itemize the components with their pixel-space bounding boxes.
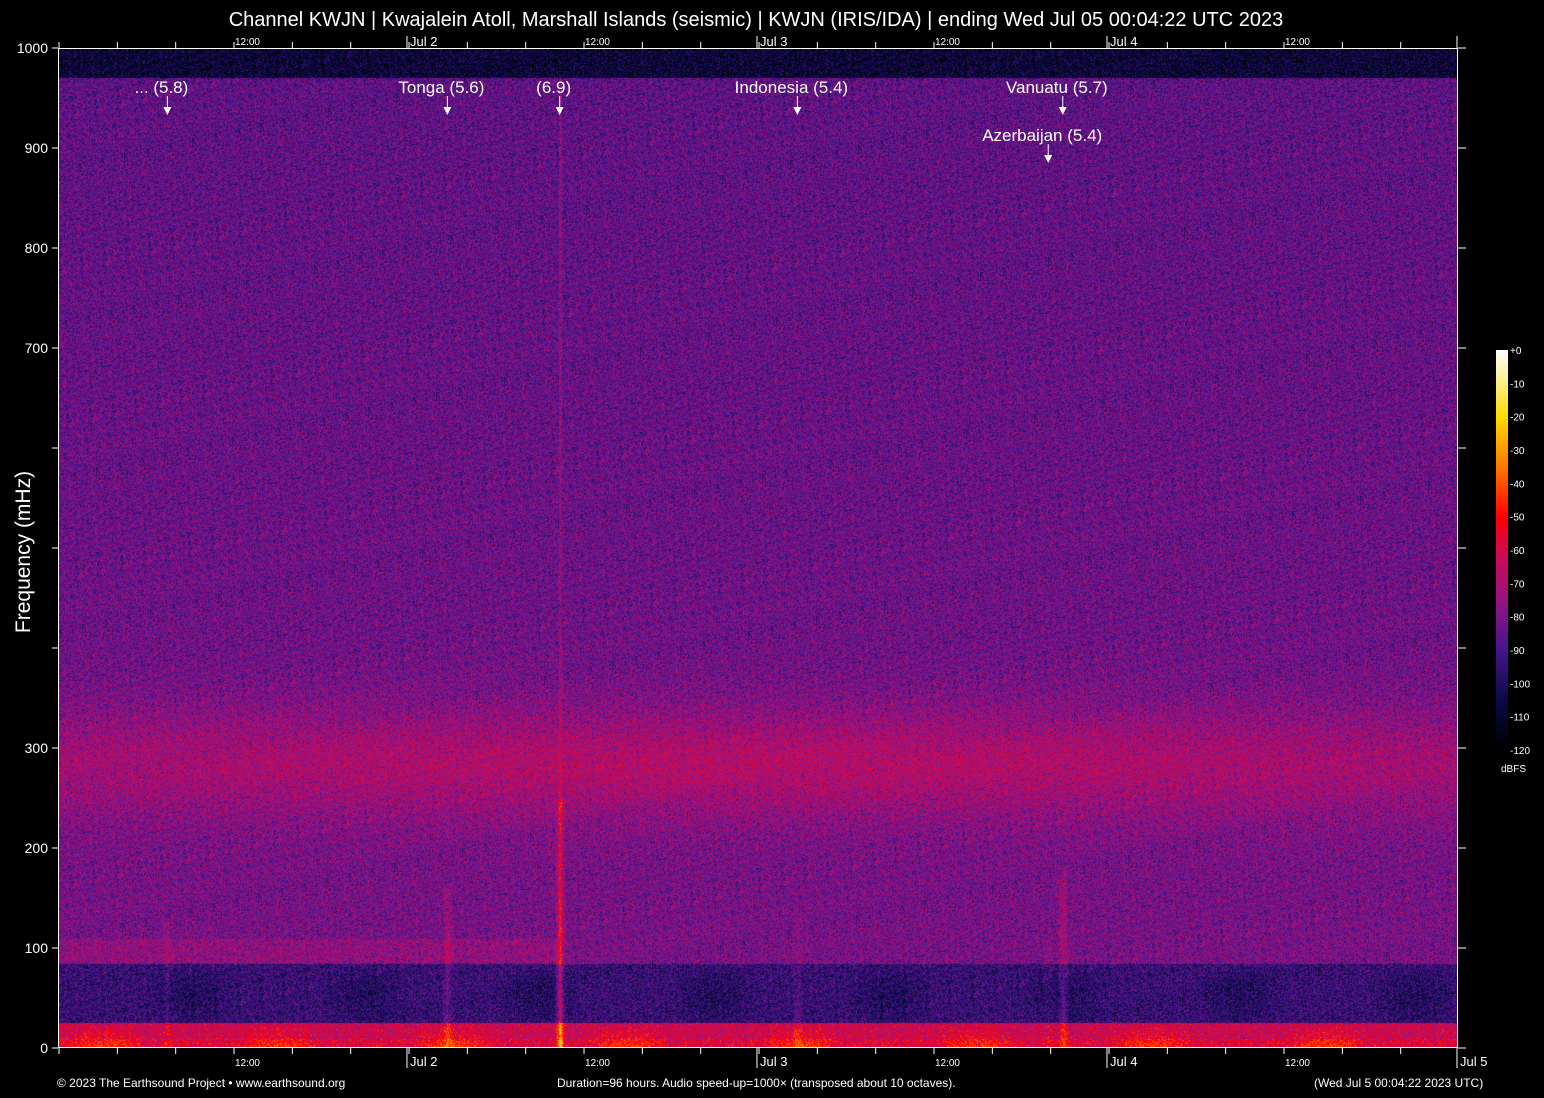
y-tick-label: 100 [25,940,49,956]
footer-copyright: © 2023 The Earthsound Project • www.eart… [57,1076,346,1090]
colorbar-tick-label: -10 [1510,379,1525,390]
x-tick-label-top: 12:00 [585,37,610,48]
x-tick-label: Jul 2 [410,1054,437,1069]
footer-end-time: (Wed Jul 5 00:04:22 2023 UTC) [1314,1076,1484,1090]
colorbar-tick-label: -70 [1510,579,1525,590]
x-tick-label: 12:00 [585,1058,610,1069]
colorbar-tick-label: -30 [1510,446,1525,457]
y-tick-label: 1000 [17,40,48,56]
y-axis-label: Frequency (mHz) [12,470,35,634]
spectrogram-image [58,48,1458,1048]
chart-title: Channel KWJN | Kwajalein Atoll, Marshall… [228,9,1284,31]
colorbar-tick-label: -120 [1510,746,1530,757]
x-tick-label-top: 12:00 [235,37,260,48]
colorbar-tick-label: -100 [1510,679,1530,690]
x-tick-label: 12:00 [935,1058,960,1069]
x-tick-label: Jul 3 [760,1054,787,1069]
colorbar-tick-label: -60 [1510,546,1525,557]
colorbar-label: dBFS [1501,764,1526,775]
x-tick-label-top: 12:00 [1285,37,1310,48]
x-tick-label-top: Jul 4 [1110,34,1137,49]
x-tick-label: 12:00 [1285,1058,1310,1069]
y-tick-label: 800 [25,240,49,256]
x-tick-label: Jul 5 [1460,1054,1487,1069]
spectrogram-plot [58,48,1458,1048]
footer-duration: Duration=96 hours. Audio speed-up=1000× … [557,1076,956,1090]
colorbar-tick-label: -50 [1510,513,1525,524]
y-tick-label: 200 [25,840,49,856]
y-tick-label: 0 [40,1040,48,1056]
x-tick-label-top: 12:00 [935,37,960,48]
colorbar-tick-label: -80 [1510,613,1525,624]
colorbar [1496,350,1508,750]
colorbar-tick-label: -20 [1510,413,1525,424]
x-tick-label-top: Jul 2 [410,34,437,49]
x-tick-label-top: Jul 3 [760,34,787,49]
y-tick-label: 300 [25,740,49,756]
colorbar-tick-label: -110 [1510,713,1530,724]
y-tick-label: 700 [25,340,49,356]
colorbar-tick-label: +0 [1510,346,1522,357]
x-tick-label: 12:00 [235,1058,260,1069]
colorbar-tick-label: -40 [1510,479,1525,490]
y-tick-label: 900 [25,140,49,156]
x-tick-label: Jul 4 [1110,1054,1137,1069]
colorbar-tick-label: -90 [1510,646,1525,657]
